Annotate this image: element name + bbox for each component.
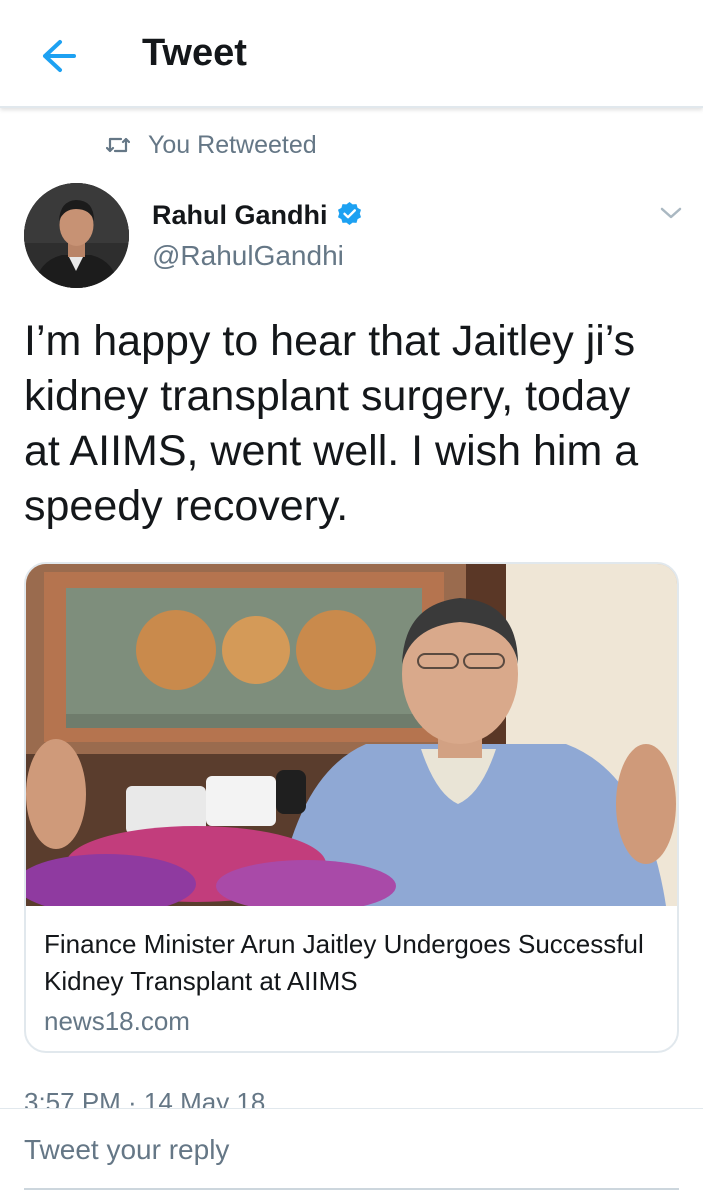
link-card[interactable]: Finance Minister Arun Jaitley Undergoes …	[24, 562, 679, 1053]
reply-underline	[24, 1188, 679, 1190]
tweet-text: I’m happy to hear that Jaitley ji’s kidn…	[24, 317, 639, 530]
verified-badge-icon	[338, 202, 361, 225]
card-domain: news18.com	[44, 1006, 190, 1036]
reply-input[interactable]: Tweet your reply	[24, 1134, 679, 1174]
retweet-context: You Retweeted	[106, 130, 317, 160]
author-handle[interactable]: @RahulGandhi	[152, 240, 344, 272]
card-image	[26, 564, 677, 906]
back-arrow-icon[interactable]	[36, 34, 80, 78]
avatar[interactable]	[24, 183, 129, 288]
card-title: Finance Minister Arun Jaitley Undergoes …	[44, 929, 644, 996]
app-header: Tweet	[0, 0, 703, 108]
chevron-down-icon[interactable]	[656, 198, 686, 228]
avatar-image	[24, 183, 129, 288]
author-name[interactable]: Rahul Gandhi	[152, 200, 328, 231]
retweet-label: You Retweeted	[148, 130, 317, 159]
retweet-icon	[106, 137, 130, 153]
page-title: Tweet	[142, 32, 247, 74]
